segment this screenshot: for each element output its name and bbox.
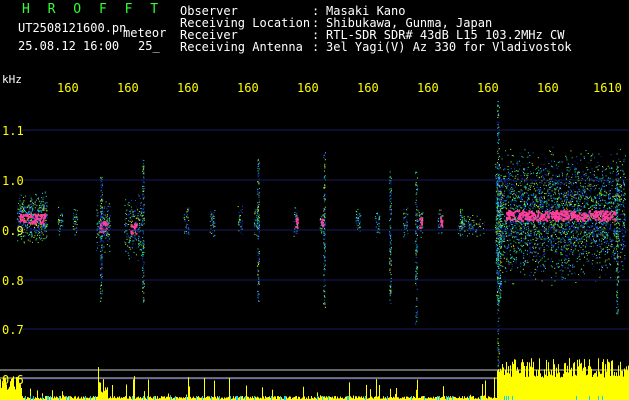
freq-tick-label: 0.8: [2, 274, 24, 288]
tag-label: 25_: [138, 39, 160, 53]
freq-tick-label: 0.7: [2, 323, 24, 337]
freq-tick-label: 1.0: [2, 174, 24, 188]
time-tick-label: 160: [357, 81, 379, 95]
freq-tick-label: 0.6: [2, 373, 24, 387]
time-tick-label: 160: [417, 81, 439, 95]
time-tick-label: 160: [537, 81, 559, 95]
time-tick-label: 160: [177, 81, 199, 95]
meteor-label: meteor: [123, 26, 167, 40]
filename-label: UT2508121600.pn: [18, 21, 127, 35]
app-title: H R O F F T: [22, 2, 164, 17]
time-tick-label: 160: [117, 81, 139, 95]
time-tick-label: 160: [237, 81, 259, 95]
spectrogram-canvas: [0, 0, 629, 400]
axis-unit-label: kHz: [2, 73, 22, 86]
datetime-label: 25.08.12 16:00: [18, 39, 120, 53]
info-sep: :: [312, 40, 320, 54]
time-tick-label: 160: [477, 81, 499, 95]
time-tick-label: 1610: [593, 81, 622, 95]
freq-tick-label: 1.1: [2, 124, 24, 138]
info-value-antenna: 3el Yagi(V) Az 330 for Vladivostok: [326, 40, 572, 54]
time-tick-label: 160: [57, 81, 79, 95]
time-tick-label: 160: [297, 81, 319, 95]
info-key-antenna: Receiving Antenna: [180, 40, 303, 54]
freq-tick-label: 0.9: [2, 224, 24, 238]
